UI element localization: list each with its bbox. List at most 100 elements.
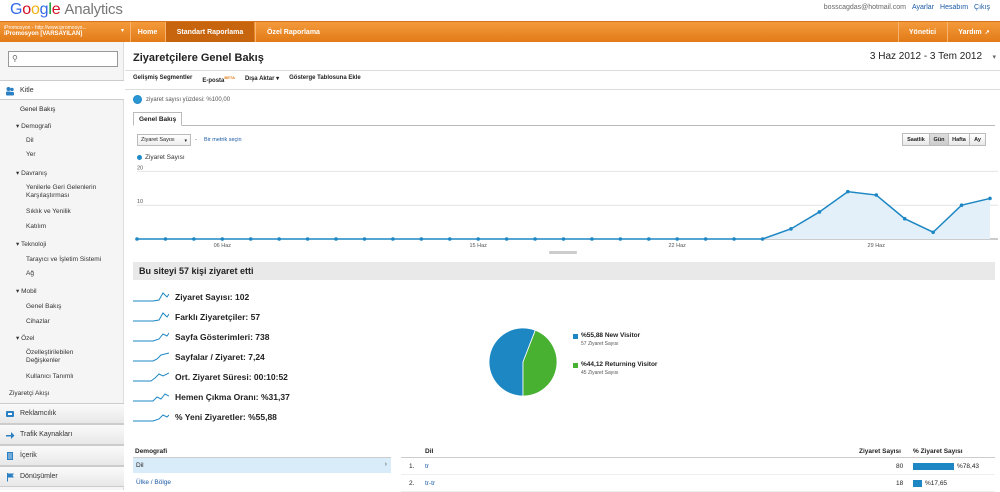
sidebar-section-content[interactable]: İçerik — [0, 445, 124, 466]
data-point[interactable] — [618, 237, 623, 241]
data-point[interactable] — [277, 237, 281, 241]
percent-bar — [913, 463, 954, 470]
metric-pages-per-visit[interactable]: Sayfalar / Ziyaret: 7,24 — [133, 350, 265, 364]
data-point[interactable] — [334, 237, 338, 241]
metric-bounce-rate[interactable]: Hemen Çıkma Oranı: %31,37 — [133, 390, 290, 404]
metric-visits[interactable]: Ziyaret Sayısı: 102 — [133, 290, 249, 304]
data-point[interactable] — [959, 203, 964, 207]
sidebar-section-advertising[interactable]: Reklamcılık — [0, 403, 124, 424]
col-visits[interactable]: Ziyaret Sayısı — [859, 448, 901, 455]
sidebar-item-new-vs-returning[interactable]: Yenilerle Geri Gelenlerin Karşılaştırması — [26, 184, 96, 200]
data-point[interactable] — [732, 237, 736, 241]
account-selector[interactable]: iPromosyon - http://www.ipromosyo... iPr… — [0, 22, 130, 42]
google-analytics-logo[interactable]: Google Analytics — [10, 1, 123, 19]
language-link[interactable]: tr-tr — [425, 480, 435, 487]
add-to-dashboard-button[interactable]: Gösterge Tablosuna Ekle — [289, 75, 361, 84]
sidebar-item-network[interactable]: Ağ — [26, 270, 34, 278]
metric-select[interactable]: Ziyaret Sayısı ▾ — [137, 134, 191, 146]
chevron-down-icon[interactable]: ▾ — [992, 53, 996, 61]
sidebar-item-mobile-overview[interactable]: Genel Bakış — [26, 303, 61, 311]
sidebar-item-visitor-flow[interactable]: Ziyaretçi Akışı — [9, 390, 49, 398]
email-button[interactable]: E-postaBETA — [202, 75, 235, 84]
sidebar-section-audience[interactable]: Kitle — [0, 80, 124, 100]
data-point[interactable] — [163, 237, 168, 241]
sidebar-item-demographics[interactable]: ▾ Demografi — [16, 123, 51, 131]
sidebar-section-conversions[interactable]: Dönüşümler — [0, 466, 124, 487]
sidebar-item-location[interactable]: Yer — [26, 151, 36, 159]
data-point[interactable] — [447, 237, 452, 241]
data-point[interactable] — [817, 210, 822, 214]
language-link[interactable]: tr — [425, 463, 429, 470]
sidebar-item-engagement[interactable]: Katılım — [26, 223, 46, 231]
data-point[interactable] — [362, 237, 367, 241]
chart-resize-handle[interactable] — [549, 251, 577, 254]
sidebar-section-traffic-sources[interactable]: Trafik Kaynakları — [0, 424, 124, 445]
sidebar-item-technology[interactable]: ▾ Teknoloji — [16, 241, 46, 249]
metric-avg-duration[interactable]: Ort. Ziyaret Süresi: 00:10:52 — [133, 370, 288, 384]
metric-unique-visitors[interactable]: Farklı Ziyaretçiler: 57 — [133, 310, 260, 324]
sidebar: ⚲ Kitle Genel Bakış ▾ Demografi Dil Yer … — [0, 42, 124, 490]
y-tick-label: 10 — [137, 199, 143, 205]
data-point[interactable] — [902, 216, 907, 221]
nav-standard-reporting[interactable]: Standart Raporlama — [165, 22, 254, 42]
month-button[interactable]: Ay — [969, 133, 986, 146]
data-point[interactable] — [675, 237, 680, 241]
data-point[interactable] — [192, 237, 196, 241]
data-point[interactable] — [931, 230, 935, 235]
data-point[interactable] — [789, 227, 793, 231]
sidebar-item-behavior[interactable]: ▾ Davranış — [16, 170, 47, 178]
data-point[interactable] — [419, 237, 424, 241]
select-metric-link[interactable]: Bir metrik seçin — [204, 137, 242, 143]
data-point[interactable] — [988, 196, 992, 201]
sidebar-item-user-defined[interactable]: Kullanıcı Tanımlı — [26, 373, 74, 381]
sparkline-icon — [133, 312, 169, 322]
sidebar-item-frequency[interactable]: Sıklık ve Yenilik — [26, 208, 71, 216]
data-point[interactable] — [533, 237, 537, 241]
nav-home[interactable]: Home — [130, 22, 164, 42]
hourly-button[interactable]: Saatlik — [902, 133, 930, 146]
nav-help[interactable]: Yardım ↗ — [947, 22, 1000, 42]
vs-label: - — [195, 137, 197, 143]
data-point[interactable] — [220, 237, 225, 241]
data-point[interactable] — [391, 237, 395, 241]
sidebar-item-custom[interactable]: ▾ Özel — [16, 335, 34, 343]
nav-custom-reporting[interactable]: Özel Raporlama — [255, 22, 331, 42]
col-language[interactable]: Dil — [425, 448, 433, 455]
settings-link[interactable]: Ayarlar — [912, 4, 934, 11]
sidebar-item-language[interactable]: Dil — [26, 137, 34, 145]
data-point[interactable] — [703, 237, 708, 241]
data-point[interactable] — [874, 193, 879, 197]
search-input[interactable]: ⚲ — [8, 51, 118, 67]
demographics-country[interactable]: Ülke / Bölge — [133, 477, 174, 488]
data-point[interactable] — [504, 237, 509, 241]
date-range-picker[interactable]: 3 Haz 2012 - 3 Tem 2012 — [870, 51, 982, 62]
tab-overview[interactable]: Genel Bakış — [133, 112, 183, 126]
data-point[interactable] — [760, 237, 765, 241]
data-point[interactable] — [590, 237, 594, 241]
export-button[interactable]: Dışa Aktar ▾ — [245, 75, 279, 84]
day-button[interactable]: Gün — [929, 133, 949, 146]
advanced-segments-button[interactable]: Gelişmiş Segmentler — [133, 75, 192, 84]
data-point[interactable] — [647, 237, 651, 241]
data-point[interactable] — [846, 189, 850, 194]
my-account-link[interactable]: Hesabım — [940, 4, 968, 11]
percent-bar — [913, 480, 922, 487]
data-point[interactable] — [305, 237, 310, 241]
sidebar-item-browser-os[interactable]: Tarayıcı ve İşletim Sistemi — [26, 256, 101, 264]
sidebar-item-custom-variables[interactable]: Özelleştirilebilen Değişkenler — [26, 349, 73, 365]
data-point[interactable] — [248, 237, 253, 241]
pie-legend: %55,88 New Visitor 57 Ziyaret Sayısı %44,… — [573, 332, 657, 390]
demographics-language[interactable]: Dil › — [133, 458, 391, 473]
week-button[interactable]: Hafta — [948, 133, 970, 146]
data-point[interactable] — [135, 237, 139, 241]
metric-pageviews[interactable]: Sayfa Gösterimleri: 738 — [133, 330, 270, 344]
metric-new-visits[interactable]: % Yeni Ziyaretler: %55,88 — [133, 410, 277, 424]
sidebar-item-overview[interactable]: Genel Bakış — [20, 106, 55, 114]
data-point[interactable] — [476, 237, 481, 241]
sidebar-item-devices[interactable]: Cihazlar — [26, 318, 50, 326]
col-visits-pct[interactable]: % Ziyaret Sayısı — [913, 448, 963, 455]
sidebar-item-mobile[interactable]: ▾ Mobil — [16, 288, 37, 296]
data-point[interactable] — [561, 237, 566, 241]
sign-out-link[interactable]: Çıkış — [974, 4, 990, 11]
nav-admin[interactable]: Yönetici — [898, 22, 946, 42]
